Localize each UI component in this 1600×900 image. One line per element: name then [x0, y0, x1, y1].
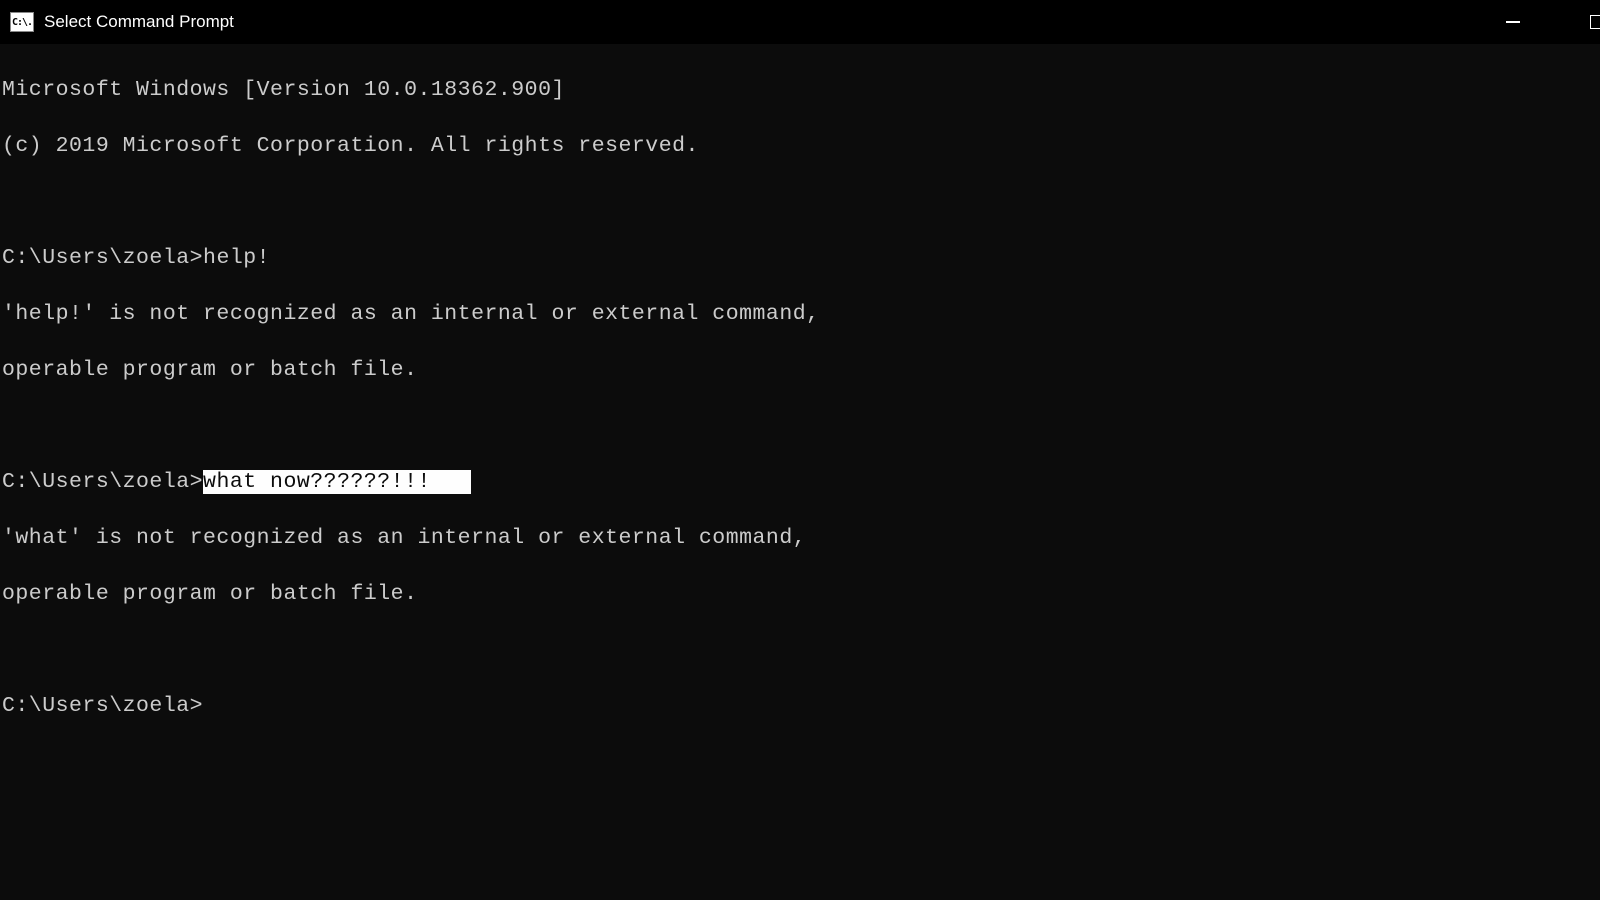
prompt: C:\Users\zoela>: [2, 470, 203, 494]
error-line: 'what' is not recognized as an internal …: [2, 524, 1600, 552]
error-line: operable program or batch file.: [2, 356, 1600, 384]
titlebar[interactable]: C:\. Select Command Prompt: [0, 0, 1600, 44]
command-line-2: C:\Users\zoela>what now??????!!!: [2, 468, 1600, 496]
minimize-icon: [1506, 21, 1520, 23]
window-controls: [1484, 0, 1600, 44]
current-prompt[interactable]: C:\Users\zoela>: [2, 692, 1600, 720]
blank-line: [2, 188, 1600, 216]
terminal-output[interactable]: Microsoft Windows [Version 10.0.18362.90…: [0, 44, 1600, 748]
error-line: 'help!' is not recognized as an internal…: [2, 300, 1600, 328]
blank-line: [2, 636, 1600, 664]
version-line: Microsoft Windows [Version 10.0.18362.90…: [2, 76, 1600, 104]
blank-line: [2, 412, 1600, 440]
selected-text: what now??????!!!: [203, 470, 471, 494]
copyright-line: (c) 2019 Microsoft Corporation. All righ…: [2, 132, 1600, 160]
maximize-icon: [1590, 15, 1600, 29]
maximize-button[interactable]: [1542, 0, 1600, 44]
window-title: Select Command Prompt: [44, 12, 234, 32]
cmd-icon: C:\.: [10, 12, 34, 32]
command-text: help!: [203, 246, 270, 270]
error-line: operable program or batch file.: [2, 580, 1600, 608]
prompt: C:\Users\zoela>: [2, 246, 203, 270]
minimize-button[interactable]: [1484, 0, 1542, 44]
command-line-1: C:\Users\zoela>help!: [2, 244, 1600, 272]
